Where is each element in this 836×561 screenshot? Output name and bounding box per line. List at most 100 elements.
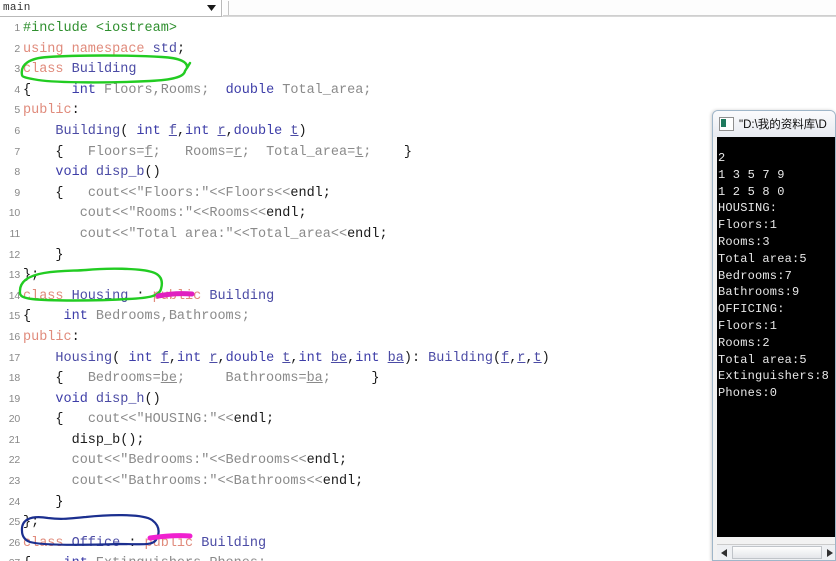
code-token: ; [322, 371, 372, 387]
code-token: "Bedrooms:" [120, 453, 210, 469]
code-token: "Floors:" [136, 185, 210, 201]
code-line[interactable]: 2 using namespace std; [0, 39, 836, 60]
code-line[interactable]: 24 } [0, 492, 836, 513]
code-token: public [23, 329, 72, 345]
code-line[interactable]: 9 { cout<<"Floors:"<<Floors<<endl; [0, 183, 836, 204]
code-line[interactable]: 23 cout<<"Bathrooms:"<<Bathrooms<<endl; [0, 471, 836, 492]
code-line[interactable]: 18 { Bedrooms=be; Bathrooms=ba; } [0, 368, 836, 389]
code-token: class [23, 62, 72, 78]
console-title: "D:\我的资料库\D [739, 119, 827, 131]
code-line[interactable]: 13}; [0, 265, 836, 286]
line-number: 23 [8, 475, 20, 488]
code-line-text: Building( int f,int r,double t) [23, 123, 307, 139]
code-token: Building [209, 288, 275, 304]
code-token: f [160, 350, 169, 366]
line-number: 3 [14, 63, 20, 76]
editor-toolbar: main [0, 0, 836, 17]
code-token: r [233, 144, 242, 160]
line-number: 4 [14, 83, 20, 96]
line-number: 27 [0, 553, 20, 561]
code-line-text: { Bedrooms=be; Bathrooms=ba; } [23, 371, 379, 386]
code-token: using [23, 41, 72, 57]
code-line[interactable]: 21 disp_b(); [0, 430, 836, 451]
code-token: { [55, 371, 64, 387]
line-number: 20 [8, 413, 20, 426]
code-token: { [55, 185, 64, 201]
code-line[interactable]: 10 cout<<"Rooms:"<<Rooms<<endl; [0, 203, 836, 224]
code-line[interactable]: 8 void disp_b() [0, 162, 836, 183]
code-token: f [144, 144, 153, 160]
scrollbar-thumb[interactable] [732, 546, 822, 559]
line-number: 15 [8, 310, 20, 323]
code-token: <iostream> [95, 21, 177, 36]
chevron-down-icon[interactable] [203, 0, 219, 15]
code-line[interactable]: 3 class Building [0, 59, 836, 80]
code-line[interactable]: 25}; [0, 512, 836, 533]
code-token: ; Bathrooms= [176, 371, 307, 387]
code-token: void [55, 165, 96, 181]
code-line[interactable]: 11 cout<<"Total area:"<<Total_area<<endl… [0, 224, 836, 245]
console-output-window[interactable]: "D:\我的资料库\D 2 1 3 5 7 9 1 2 5 8 0 HOUSIN… [712, 110, 836, 561]
code-line[interactable]: 20 { cout<<"HOUSING:"<<endl; [0, 409, 836, 430]
console-horizontal-scrollbar[interactable] [717, 544, 835, 560]
code-token: int [71, 82, 105, 98]
code-token: Total_area; [282, 82, 372, 98]
code-token: } [403, 144, 412, 160]
code-line-text: cout<<"Total area:"<<Total_area<<endl; [23, 227, 388, 242]
code-token: #include [23, 21, 96, 36]
triangle-right-icon[interactable] [823, 546, 835, 560]
code-line[interactable]: 22 cout<<"Bedrooms:"<<Bedrooms<<endl; [0, 450, 836, 471]
code-line[interactable]: 16 public: [0, 327, 836, 348]
function-scope-combobox[interactable]: main [0, 0, 222, 17]
code-token: class [23, 535, 72, 551]
line-number: 10 [8, 207, 20, 220]
code-line[interactable]: 5 public: [0, 100, 836, 121]
code-token: , [525, 350, 534, 366]
code-token: << [217, 412, 234, 428]
code-line-text: class Building [23, 62, 136, 77]
code-line[interactable]: 19 void disp_h() [0, 389, 836, 410]
code-token: Building [71, 62, 137, 78]
code-line[interactable]: 26 class Office : public Building [0, 533, 836, 554]
code-line[interactable]: 27{ int Extinguishers,Phones; [0, 553, 836, 561]
code-token: }; [23, 268, 40, 284]
code-token: ba [387, 350, 404, 366]
code-line[interactable]: 12 } [0, 245, 836, 266]
code-line[interactable]: 17 Housing( int f,int r,double t,int be,… [0, 348, 836, 369]
code-token: "HOUSING:" [136, 412, 218, 428]
code-line[interactable]: 4{ int Floors,Rooms; double Total_area; [0, 80, 836, 101]
toolbar-divider [228, 1, 229, 15]
code-token: be [330, 350, 348, 366]
line-number: 7 [14, 145, 20, 158]
code-line-text: { cout<<"Floors:"<<Floors<<endl; [23, 185, 330, 201]
console-output-area[interactable]: 2 1 3 5 7 9 1 2 5 8 0 HOUSING: Floors:1 … [717, 137, 835, 537]
code-line-text: { cout<<"HOUSING:"<<endl; [23, 412, 274, 427]
triangle-left-icon[interactable] [717, 546, 731, 560]
code-token: , [217, 350, 226, 366]
code-lines-container[interactable]: 1 #include <iostream> 2 using namespace std… [0, 18, 836, 561]
code-token: { [55, 144, 64, 160]
code-token: public [152, 288, 210, 304]
code-line-text: { int Extinguishers,Phones; [23, 556, 266, 561]
console-titlebar[interactable]: "D:\我的资料库\D [713, 111, 835, 137]
code-line[interactable]: 15{ int Bedrooms,Bathrooms; [0, 306, 836, 327]
code-line[interactable]: 1 #include <iostream> [0, 18, 836, 39]
code-line[interactable]: 6 Building( int f,int r,double t) [0, 121, 836, 142]
console-output-text: 2 1 3 5 7 9 1 2 5 8 0 HOUSING: Floors:1 … [718, 151, 830, 401]
code-editor-pane[interactable]: 1 #include <iostream> 2 using namespace std… [0, 18, 836, 561]
line-number: 8 [14, 166, 20, 179]
code-token: cout<< [63, 185, 137, 201]
code-token: <<Bathrooms<< [217, 474, 323, 490]
code-token: void [55, 391, 96, 407]
code-line-text: }; [23, 268, 39, 283]
code-token: cout<< [63, 412, 137, 428]
code-token: ( [492, 350, 502, 366]
code-line[interactable]: 7 { Floors=f; Rooms=r; Total_area=t; } [0, 142, 836, 163]
code-line[interactable]: 14 class Housing : public Building [0, 286, 836, 307]
code-token: Office [71, 535, 121, 551]
code-token: ) [298, 123, 307, 139]
